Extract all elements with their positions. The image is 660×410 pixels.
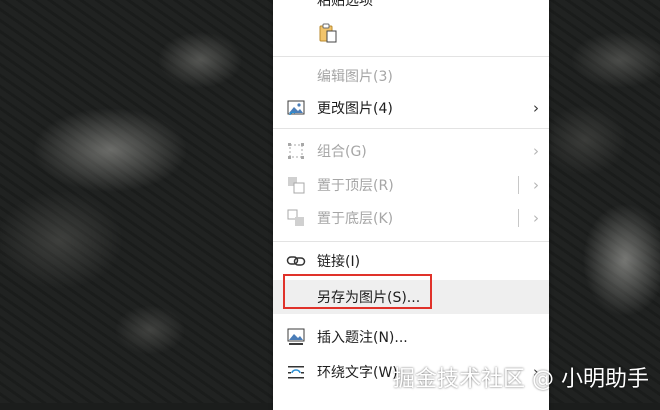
wrap-text-label: 环绕文字(W) [317,365,398,381]
change-picture-icon [285,97,307,119]
bring-to-front-label: 置于顶层(R) [317,178,394,194]
link-icon [285,250,307,272]
insert-caption-icon [285,326,307,348]
insert-caption-label: 插入题注(N)... [317,330,408,346]
bring-to-front-icon [285,174,307,196]
link-label: 链接(I) [317,254,361,270]
edit-picture-label: 编辑图片(3) [317,69,393,85]
clipboard-icon [317,22,339,44]
menu-item-paste-options: 粘贴选项 [273,0,549,15]
menu-item-bring-to-front[interactable]: 置于顶层(R) › [273,170,549,200]
context-menu: 粘贴选项 编辑图片(3) 更改图片(4) › 组合(G) › 置于顶层(R) ›… [273,0,549,410]
chevron-right-icon[interactable]: › [533,176,539,194]
menu-separator [273,241,549,242]
change-picture-label: 更改图片(4) [317,101,393,117]
menu-item-change-picture[interactable]: 更改图片(4) › [273,93,549,123]
chevron-right-icon: › [533,99,539,117]
wrap-text-icon [285,361,307,383]
watermark-text: 掘金技术社区 @ 小明助手 [393,367,649,392]
paste-keep-source-button[interactable] [273,18,337,48]
group-icon [285,140,307,162]
menu-item-send-to-back[interactable]: 置于底层(K) › [273,203,549,233]
group-label: 组合(G) [317,144,367,160]
split-divider [518,209,519,227]
send-to-back-icon [285,207,307,229]
highlight-annotation-box [283,274,432,309]
split-divider [518,176,519,194]
chevron-right-icon: › [533,142,539,160]
menu-item-link[interactable]: 链接(I) [273,246,549,276]
send-to-back-label: 置于底层(K) [317,211,394,227]
menu-item-edit-picture[interactable]: 编辑图片(3) [273,61,549,91]
chevron-right-icon[interactable]: › [533,209,539,227]
paste-options-label: 粘贴选项 [317,0,373,9]
menu-item-insert-caption[interactable]: 插入题注(N)... [273,322,549,352]
menu-separator [273,56,549,57]
menu-item-group[interactable]: 组合(G) › [273,136,549,166]
menu-separator [273,128,549,129]
